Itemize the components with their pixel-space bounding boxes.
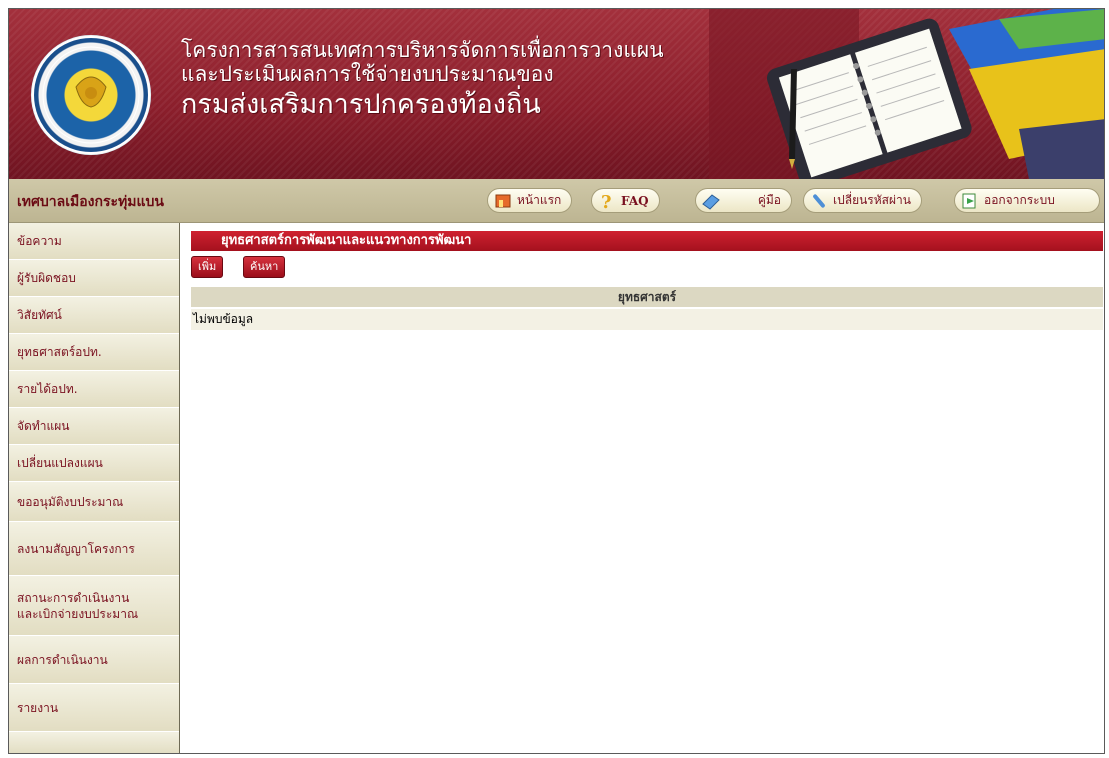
banner-title-line1: โครงการสารสนเทศการบริหารจัดการเพื่อการวา… <box>181 39 664 62</box>
logout-button-label: ออกจากระบบ <box>984 193 1055 207</box>
faq-button[interactable]: ? FAQ <box>591 188 660 213</box>
sidebar-item-label: ผลการดำเนินงาน <box>17 652 108 667</box>
empty-message: ไม่พบข้อมูล <box>191 309 1103 330</box>
header-banner: โครงการสารสนเทศการบริหารจัดการเพื่อการวา… <box>9 9 1104 179</box>
question-mark-icon: ? <box>601 192 612 210</box>
sidebar-item-label-line2: และเบิกจ่ายงบประมาณ <box>17 606 139 621</box>
planner-illustration <box>709 9 1104 179</box>
sidebar-item-change-plan[interactable]: เปลี่ยนแปลงแผน <box>9 445 179 482</box>
change-password-label: เปลี่ยนรหัสผ่าน <box>833 193 911 207</box>
sidebar-item-sign-contract[interactable]: ลงนามสัญญาโครงการ <box>9 522 179 576</box>
banner-title-line2: และประเมินผลการใช้จ่ายงบประมาณของ <box>181 63 554 86</box>
home-button[interactable]: หน้าแรก <box>487 188 573 213</box>
sidebar-item-make-plan[interactable]: จัดทำแผน <box>9 408 179 445</box>
sidebar-item-label: รายได้อปท. <box>17 382 78 396</box>
section-title: ยุทธศาสตร์การพัฒนาและแนวทางการพัฒนา <box>191 231 1103 251</box>
sidebar-item-label: รายงาน <box>17 700 59 715</box>
page-frame: โครงการสารสนเทศการบริหารจัดการเพื่อการวา… <box>8 8 1105 754</box>
add-button[interactable]: เพิ่ม <box>191 256 224 278</box>
org-name: เทศบาลเมืองกระทุ่มแบน <box>17 194 164 210</box>
sidebar-item-results[interactable]: ผลการดำเนินงาน <box>9 636 179 684</box>
banner-title: โครงการสารสนเทศการบริหารจัดการเพื่อการวา… <box>181 39 664 121</box>
home-icon <box>495 194 511 207</box>
sidebar-item-label: ผู้รับผิดชอบ <box>17 271 76 285</box>
sidebar-item-budget-approval[interactable]: ขออนุมัติงบประมาณ <box>9 482 179 522</box>
sidebar-item-revenue[interactable]: รายได้อปท. <box>9 371 179 408</box>
book-icon <box>702 193 720 210</box>
exit-icon <box>962 193 976 208</box>
sidebar-item-label: เปลี่ยนแปลงแผน <box>17 456 103 470</box>
svg-text:?: ? <box>601 192 612 210</box>
manual-button[interactable]: คู่มือ <box>695 188 792 213</box>
sidebar-item-label: ยุทธศาสตร์อปท. <box>17 345 102 359</box>
sidebar-item-label: วิสัยทัศน์ <box>17 308 62 322</box>
sidebar-item-strategy[interactable]: ยุทธศาสตร์อปท. <box>9 334 179 371</box>
sidebar-item-label: จัดทำแผน <box>17 419 70 433</box>
top-toolbar: เทศบาลเมืองกระทุ่มแบน หน้าแรก ? FAQ คู่ม… <box>9 179 1104 223</box>
sidebar-menu: ข้อความ ผู้รับผิดชอบ วิสัยทัศน์ ยุทธศาสต… <box>9 223 180 753</box>
sidebar-item-reports[interactable]: รายงาน <box>9 684 179 732</box>
search-button[interactable]: ค้นหา <box>243 256 286 278</box>
sidebar-item-blank <box>9 732 179 753</box>
change-password-button[interactable]: เปลี่ยนรหัสผ่าน <box>803 188 922 213</box>
sidebar-item-label: สถานะการดำเนินงาน <box>17 590 130 605</box>
sidebar-item-label: ขออนุมัติงบประมาณ <box>17 494 124 509</box>
table-header-strategy: ยุทธศาสตร์ <box>191 287 1103 307</box>
dla-logo <box>31 35 151 155</box>
sidebar-item-label: ลงนามสัญญาโครงการ <box>17 541 135 556</box>
wrench-icon <box>813 193 825 208</box>
sidebar-item-vision[interactable]: วิสัยทัศน์ <box>9 297 179 334</box>
sidebar-item-responsible[interactable]: ผู้รับผิดชอบ <box>9 260 179 297</box>
logout-button[interactable]: ออกจากระบบ <box>954 188 1100 213</box>
sidebar-item-operation-status[interactable]: สถานะการดำเนินงาน และเบิกจ่ายงบประมาณ <box>9 576 179 636</box>
sidebar-item-label: ข้อความ <box>17 234 62 248</box>
manual-button-label: คู่มือ <box>757 193 781 207</box>
home-button-label: หน้าแรก <box>517 193 562 207</box>
banner-title-line3: กรมส่งเสริมการปกครองท้องถิ่น <box>181 89 541 119</box>
sidebar-item-messages[interactable]: ข้อความ <box>9 223 179 260</box>
faq-button-label: FAQ <box>621 193 649 208</box>
